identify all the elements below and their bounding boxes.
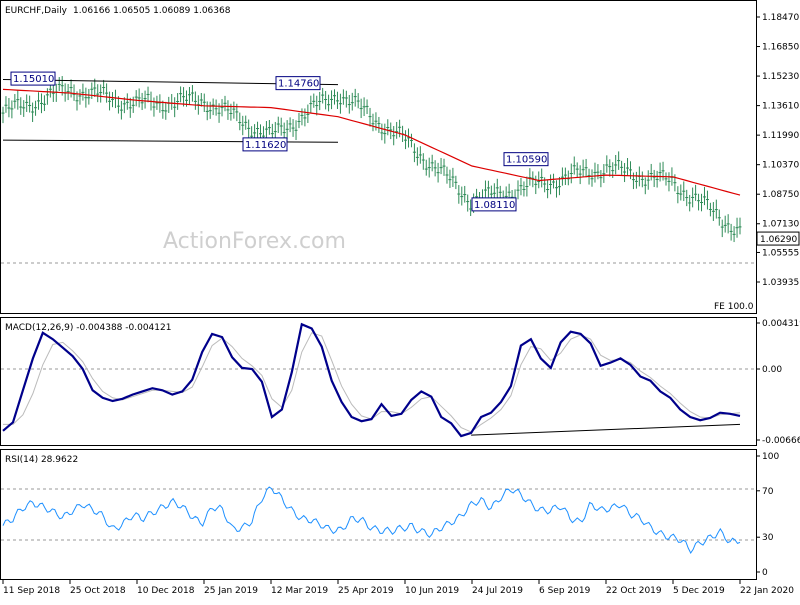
price-panel-title: EURCHF,Daily: [5, 6, 68, 16]
price-trendline: [2, 139, 339, 143]
price-axis-label: 1.16850: [762, 43, 799, 53]
rsi-axis-label: 100: [762, 452, 779, 462]
price-annotation-label: 1.11620: [245, 140, 286, 151]
price-axis-label: 1.11990: [762, 131, 799, 141]
macd-line: [2, 322, 741, 438]
price-annotation-label: 1.14760: [278, 79, 319, 90]
x-axis-label: 25 Oct 2018: [70, 586, 126, 596]
macd-trendline: [471, 423, 741, 436]
price-axis-label: 1.08750: [762, 190, 799, 200]
chart-root: EURCHF,Daily 1.06166 1.06505 1.06089 1.0…: [0, 0, 800, 600]
price-axis-label: 1.18470: [762, 13, 799, 23]
fe-label: FE 100.0: [714, 302, 754, 312]
x-axis-label: 10 Jun 2019: [405, 586, 459, 596]
macd-axis-label: 0.00: [762, 365, 782, 375]
price-axis-label: 1.07130: [762, 220, 799, 230]
x-axis-label: 5 Dec 2019: [673, 586, 725, 596]
price-panel-frame: [0, 0, 757, 314]
price-axis-label: 1.10370: [762, 161, 799, 171]
rsi-panel-title: RSI(14) 28.9622: [5, 455, 78, 465]
rsi-axis-label: 0: [762, 568, 768, 578]
rsi-axis-label: 30: [762, 533, 774, 543]
current-price-label: 1.06290: [760, 235, 797, 245]
rsi-line: [2, 486, 741, 554]
macd-signal-line: [3, 332, 741, 433]
x-axis-label: 25 Jan 2019: [204, 586, 258, 596]
x-axis-label: 22 Oct 2019: [606, 586, 662, 596]
price-axis-label: 1.05555: [762, 248, 799, 258]
price-axis-label: 1.13610: [762, 102, 799, 112]
chart-svg: EURCHF,Daily 1.06166 1.06505 1.06089 1.0…: [0, 0, 800, 596]
price-annotation-label: 1.08110: [474, 200, 515, 211]
rsi-panel-frame: [0, 449, 757, 580]
sma-line: [2, 88, 741, 196]
x-axis-label: 24 Jul 2019: [472, 586, 523, 596]
macd-axis-label: -0.006663: [762, 436, 800, 446]
macd-axis-label: 0.004319: [762, 319, 800, 329]
x-axis-label: 6 Sep 2019: [539, 586, 591, 596]
price-axis-label: 1.15230: [762, 72, 799, 82]
price-annotation-label: 1.10590: [506, 155, 547, 166]
rsi-axis-label: 70: [762, 487, 774, 497]
price-panel-ohlc: 1.06166 1.06505 1.06089 1.06368: [73, 6, 231, 16]
x-axis-label: 25 Apr 2019: [338, 586, 394, 596]
x-axis-label: 10 Dec 2018: [137, 586, 195, 596]
macd-panel-frame: [0, 317, 757, 446]
x-axis-label: 12 Mar 2019: [271, 586, 328, 596]
x-axis-label: 11 Sep 2018: [3, 586, 60, 596]
price-annotation-label: 1.15010: [13, 74, 54, 85]
x-axis-label: 22 Jan 2020: [740, 586, 794, 596]
watermark: ActionForex.com: [163, 229, 346, 254]
price-axis-label: 1.03935: [762, 278, 799, 288]
macd-panel-title: MACD(12,26,9) -0.004388 -0.004121: [5, 323, 171, 333]
